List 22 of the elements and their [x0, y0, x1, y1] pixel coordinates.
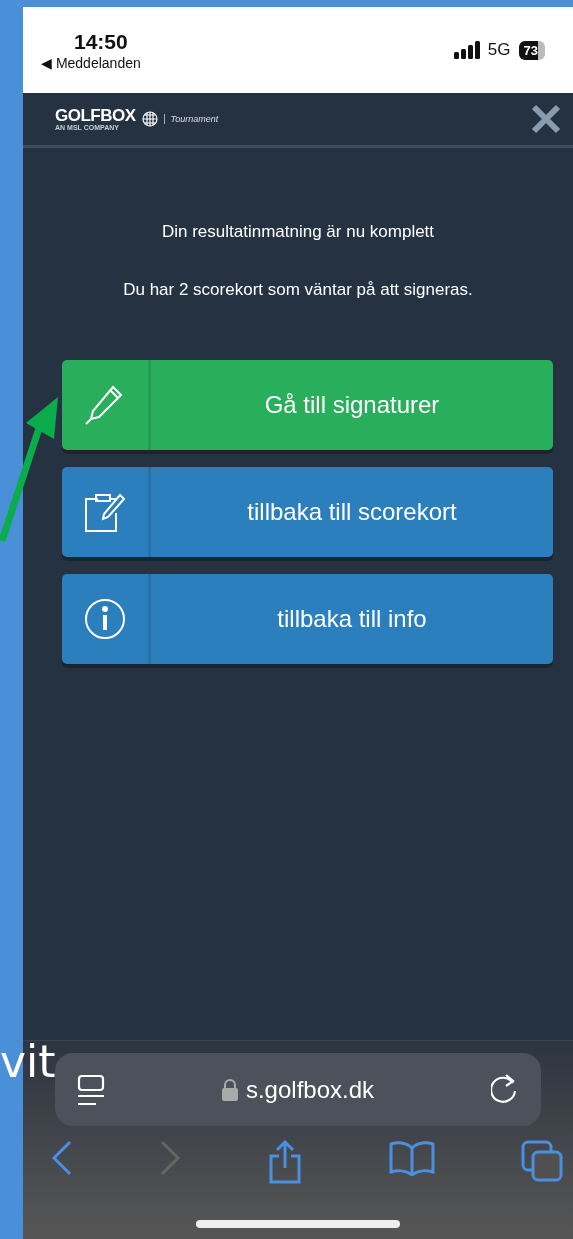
info-icon — [84, 598, 126, 640]
tabs-button[interactable] — [521, 1140, 563, 1184]
product-name: Tournament — [163, 114, 219, 124]
network-label: 5G — [487, 40, 511, 60]
url-text: s.golfbox.dk — [245, 1075, 375, 1104]
status-message: Du har 2 scorekort som väntar på att signeras. — [123, 280, 473, 300]
address-bar[interactable]: s.golfbox.dk — [55, 1053, 541, 1126]
lock-icon — [221, 1078, 238, 1101]
globe-icon — [141, 111, 158, 127]
status-message: Din resultatinmatning är nu komplett — [161, 222, 435, 242]
reader-icon — [77, 1073, 105, 1106]
back-to-app-link[interactable]: ◀ Meddelanden — [41, 54, 141, 71]
clock-time: 14:50 — [73, 29, 128, 54]
signal-icon — [453, 41, 480, 59]
share-button[interactable] — [267, 1140, 303, 1184]
logo-text: GOLFBOX — [55, 107, 136, 124]
action-button[interactable]: Gå till signaturer — [62, 360, 553, 450]
close-button[interactable] — [531, 104, 561, 134]
action-button[interactable]: tillbaka till info — [62, 574, 553, 664]
action-button[interactable]: tillbaka till scorekort — [62, 467, 553, 557]
battery-indicator: 73 — [518, 40, 545, 60]
clipboard-pen-icon — [84, 491, 126, 533]
